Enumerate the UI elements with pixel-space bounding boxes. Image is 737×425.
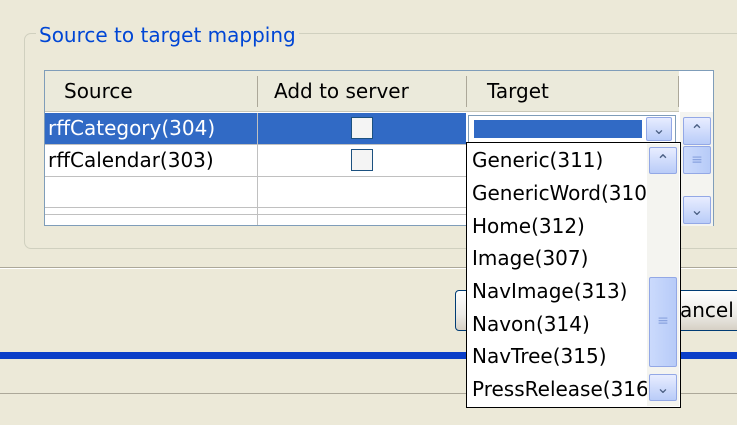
source-cell[interactable]: rffCategory(304) — [48, 113, 215, 144]
dropdown-option[interactable]: NavTree(315) — [472, 340, 647, 372]
add-to-server-checkbox[interactable] — [351, 117, 373, 139]
column-separator[interactable] — [678, 76, 679, 107]
add-to-server-checkbox[interactable] — [351, 149, 373, 171]
grip-icon: ≡ — [657, 313, 669, 329]
cancel-button[interactable]: ancel — [676, 290, 737, 331]
column-header-target[interactable]: Target — [487, 71, 549, 112]
grid-scroll-up-button[interactable]: ⌃ — [683, 117, 711, 145]
target-combobox-value — [474, 120, 642, 138]
source-cell[interactable]: rffCalendar(303) — [48, 145, 214, 176]
chevron-down-icon: ⌄ — [652, 119, 666, 138]
grid-line — [45, 207, 466, 208]
target-dropdown-button[interactable]: ⌄ — [646, 117, 672, 141]
grid-scroll-thumb[interactable]: ≡ — [683, 146, 711, 174]
dropdown-option[interactable]: Image(307) — [472, 242, 647, 274]
dropdown-scroll-thumb[interactable]: ≡ — [649, 277, 677, 367]
column-separator[interactable] — [257, 76, 258, 107]
chevron-down-icon: ⌄ — [656, 378, 670, 397]
grid-line — [45, 214, 466, 215]
grid-scroll-down-button[interactable]: ⌄ — [683, 196, 711, 224]
dropdown-option[interactable]: Home(312) — [472, 210, 647, 242]
dropdown-option[interactable]: GenericWord(310 — [472, 177, 647, 209]
chevron-up-icon: ⌃ — [690, 121, 704, 140]
dropdown-option[interactable]: PressRelease(316 — [472, 373, 647, 405]
chevron-down-icon: ⌄ — [690, 200, 704, 219]
group-title: Source to target mapping — [36, 22, 299, 48]
dropdown-scroll-up-button[interactable]: ⌃ — [649, 147, 677, 174]
column-separator[interactable] — [466, 76, 467, 107]
dropdown-option[interactable]: Navon(314) — [472, 308, 647, 340]
grid-line — [45, 176, 466, 177]
dropdown-option[interactable]: NavImage(313) — [472, 275, 647, 307]
dropdown-option[interactable]: Generic(311) — [472, 144, 647, 176]
grid-line — [257, 113, 258, 225]
column-header-add-to-server[interactable]: Add to server — [274, 71, 409, 112]
chevron-up-icon: ⌃ — [656, 151, 670, 170]
dropdown-scroll-down-button[interactable]: ⌄ — [649, 374, 677, 401]
column-header-source[interactable]: Source — [64, 71, 133, 112]
grip-icon: ≡ — [691, 152, 703, 168]
